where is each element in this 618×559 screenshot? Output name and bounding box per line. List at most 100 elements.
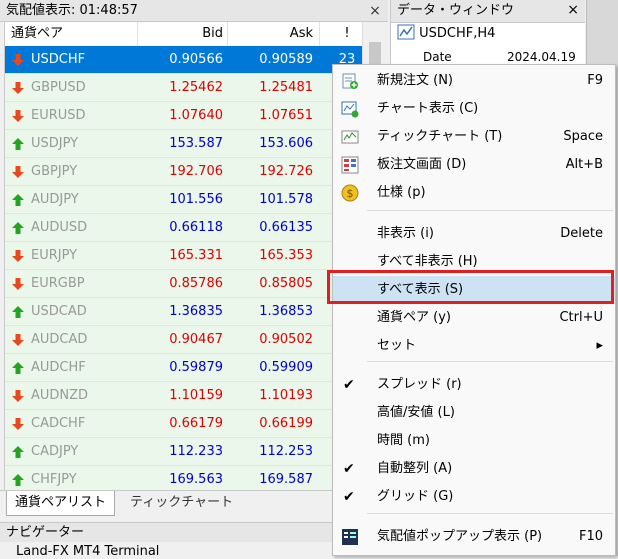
menu-item[interactable]: チャート表示 (C) — [333, 95, 615, 123]
bid-cell: 0.90566 — [169, 52, 223, 67]
symbol-cell: GBPJPY — [31, 164, 78, 179]
menu-item-shortcut: Ctrl+U — [559, 310, 603, 325]
symbol-cell: EURGBP — [31, 276, 85, 291]
table-row[interactable]: AUDCHF 0.59879 0.59909 — [5, 354, 363, 382]
ask-cell: 1.36853 — [259, 304, 313, 319]
menu-item-shortcut: Delete — [560, 226, 603, 241]
menu-item-label: 自動整列 (A) — [377, 461, 453, 476]
menu-item[interactable]: 非表示 (i) Delete — [333, 220, 615, 248]
symbol-cell: AUDJPY — [31, 192, 79, 207]
column-header-bid[interactable]: Bid — [135, 22, 223, 46]
table-row[interactable]: USDCHF 0.90566 0.90589 23 — [5, 46, 363, 74]
table-row[interactable]: CADCHF 0.66179 0.66199 — [5, 410, 363, 438]
bid-cell: 1.36835 — [169, 304, 223, 319]
bid-cell: 153.587 — [169, 136, 223, 151]
table-row[interactable]: AUDNZD 1.10159 1.10193 — [5, 382, 363, 410]
tab-tick-chart[interactable]: ティックチャート — [122, 491, 241, 515]
arrow-down-icon — [12, 390, 24, 402]
table-row[interactable]: AUDUSD 0.66118 0.66135 — [5, 214, 363, 242]
menu-item[interactable]: セット ▸ — [333, 332, 615, 360]
menu-item-shortcut: ▸ — [596, 338, 603, 353]
symbol-cell: EURUSD — [31, 108, 86, 123]
checkmark-icon: ✔ — [343, 461, 355, 477]
table-row[interactable]: AUDCAD 0.90467 0.90502 — [5, 326, 363, 354]
tab-symbol-list[interactable]: 通貨ペアリスト — [6, 491, 116, 516]
menu-item[interactable]: $ 仕様 (p) — [333, 179, 615, 207]
menu-item-label: 時間 (m) — [377, 433, 430, 448]
chart-icon — [397, 24, 415, 40]
menu-item-shortcut: F9 — [587, 73, 603, 88]
column-header-extra[interactable]: ! — [335, 22, 359, 46]
ask-cell: 0.66199 — [259, 416, 313, 431]
symbol-cell: AUDCAD — [31, 332, 88, 347]
table-row[interactable]: USDJPY 153.587 153.606 — [5, 130, 363, 158]
menu-item[interactable]: ✔ グリッド (G) — [333, 483, 615, 511]
table-header: 通貨ペア Bid Ask ! — [5, 22, 363, 47]
ask-cell: 153.606 — [259, 136, 313, 151]
table-row[interactable]: EURUSD 1.07640 1.07651 — [5, 102, 363, 130]
chart-window-icon — [341, 101, 359, 118]
bid-cell: 112.233 — [169, 444, 223, 459]
menu-item-label: 通貨ペア (y) — [377, 310, 451, 325]
ask-cell: 165.353 — [259, 248, 313, 263]
table-row[interactable]: EURGBP 0.85786 0.85805 — [5, 270, 363, 298]
checkmark-icon: ✔ — [343, 489, 355, 505]
ask-cell: 0.66135 — [259, 220, 313, 235]
menu-item-label: グリッド (G) — [377, 489, 454, 504]
arrow-down-icon — [12, 278, 24, 290]
arrow-up-icon — [12, 222, 24, 234]
ask-cell: 1.07651 — [259, 108, 313, 123]
symbol-cell: USDCAD — [31, 304, 87, 319]
table-row[interactable]: GBPUSD 1.25462 1.25481 — [5, 74, 363, 102]
menu-item[interactable]: ✔ スプレッド (r) — [333, 371, 615, 399]
bid-cell: 0.90467 — [169, 332, 223, 347]
arrow-down-icon — [12, 418, 24, 430]
close-icon[interactable]: × — [567, 2, 579, 18]
menu-item-label: 新規注文 (N) — [377, 73, 454, 88]
navigator-item-terminal[interactable]: Land-FX MT4 Terminal — [16, 544, 159, 559]
ask-cell: 0.85805 — [259, 276, 313, 291]
arrow-up-icon — [12, 474, 24, 486]
menu-item-label: 非表示 (i) — [377, 226, 434, 241]
table-row[interactable]: CHFJPY 169.563 169.587 — [5, 466, 363, 490]
menu-item-label: 気配値ポップアップ表示 (P) — [377, 529, 543, 544]
symbol-cell: AUDUSD — [31, 220, 88, 235]
navigator-title: ナビゲーター — [0, 522, 388, 542]
table-row[interactable]: EURJPY 165.331 165.353 — [5, 242, 363, 270]
checkmark-icon: ✔ — [343, 377, 355, 393]
menu-item[interactable]: ティックチャート (T) Space — [333, 123, 615, 151]
market-watch-title-bar: 気配値表示: 01:48:57 — [0, 0, 388, 22]
menu-item[interactable]: 新規注文 (N) F9 — [333, 67, 615, 95]
menu-separator — [367, 513, 613, 514]
menu-item-label: 仕様 (p) — [377, 185, 426, 200]
bid-cell: 0.59879 — [169, 360, 223, 375]
menu-item[interactable]: 高値/安値 (L) — [333, 399, 615, 427]
arrow-up-icon — [12, 194, 24, 206]
symbol-cell: AUDNZD — [31, 388, 89, 403]
table-row[interactable]: USDCAD 1.36835 1.36853 — [5, 298, 363, 326]
close-icon[interactable]: × — [366, 2, 384, 20]
depth-of-market-icon — [341, 156, 359, 174]
column-header-ask[interactable]: Ask — [223, 22, 313, 46]
ask-cell: 1.10193 — [259, 388, 313, 403]
tick-chart-icon — [341, 130, 359, 144]
menu-item[interactable]: 時間 (m) — [333, 427, 615, 455]
symbol-cell: CADJPY — [31, 444, 79, 459]
arrow-up-icon — [12, 362, 24, 374]
menu-item[interactable]: 気配値ポップアップ表示 (P) F10 — [333, 523, 615, 551]
menu-item[interactable]: ✔ 自動整列 (A) — [333, 455, 615, 483]
arrow-down-icon — [12, 110, 24, 122]
market-watch-title: 気配値表示: 01:48:57 — [6, 3, 138, 18]
symbol-cell: CADCHF — [31, 416, 86, 431]
market-watch-table: 通貨ペア Bid Ask ! USDCHF 0.90566 0.90589 23 GBP… — [4, 22, 363, 490]
menu-item[interactable]: 板注文画面 (D) Alt+B — [333, 151, 615, 179]
column-header-symbol[interactable]: 通貨ペア — [11, 22, 63, 46]
table-row[interactable]: GBPJPY 192.706 192.726 — [5, 158, 363, 186]
menu-item[interactable]: 通貨ペア (y) Ctrl+U — [333, 304, 615, 332]
table-row[interactable]: CADJPY 112.233 112.253 — [5, 438, 363, 466]
ask-cell: 192.726 — [259, 164, 313, 179]
table-row[interactable]: AUDJPY 101.556 101.578 — [5, 186, 363, 214]
ask-cell: 0.90502 — [259, 332, 313, 347]
bid-cell: 0.85786 — [169, 276, 223, 291]
bid-cell: 1.10159 — [169, 388, 223, 403]
